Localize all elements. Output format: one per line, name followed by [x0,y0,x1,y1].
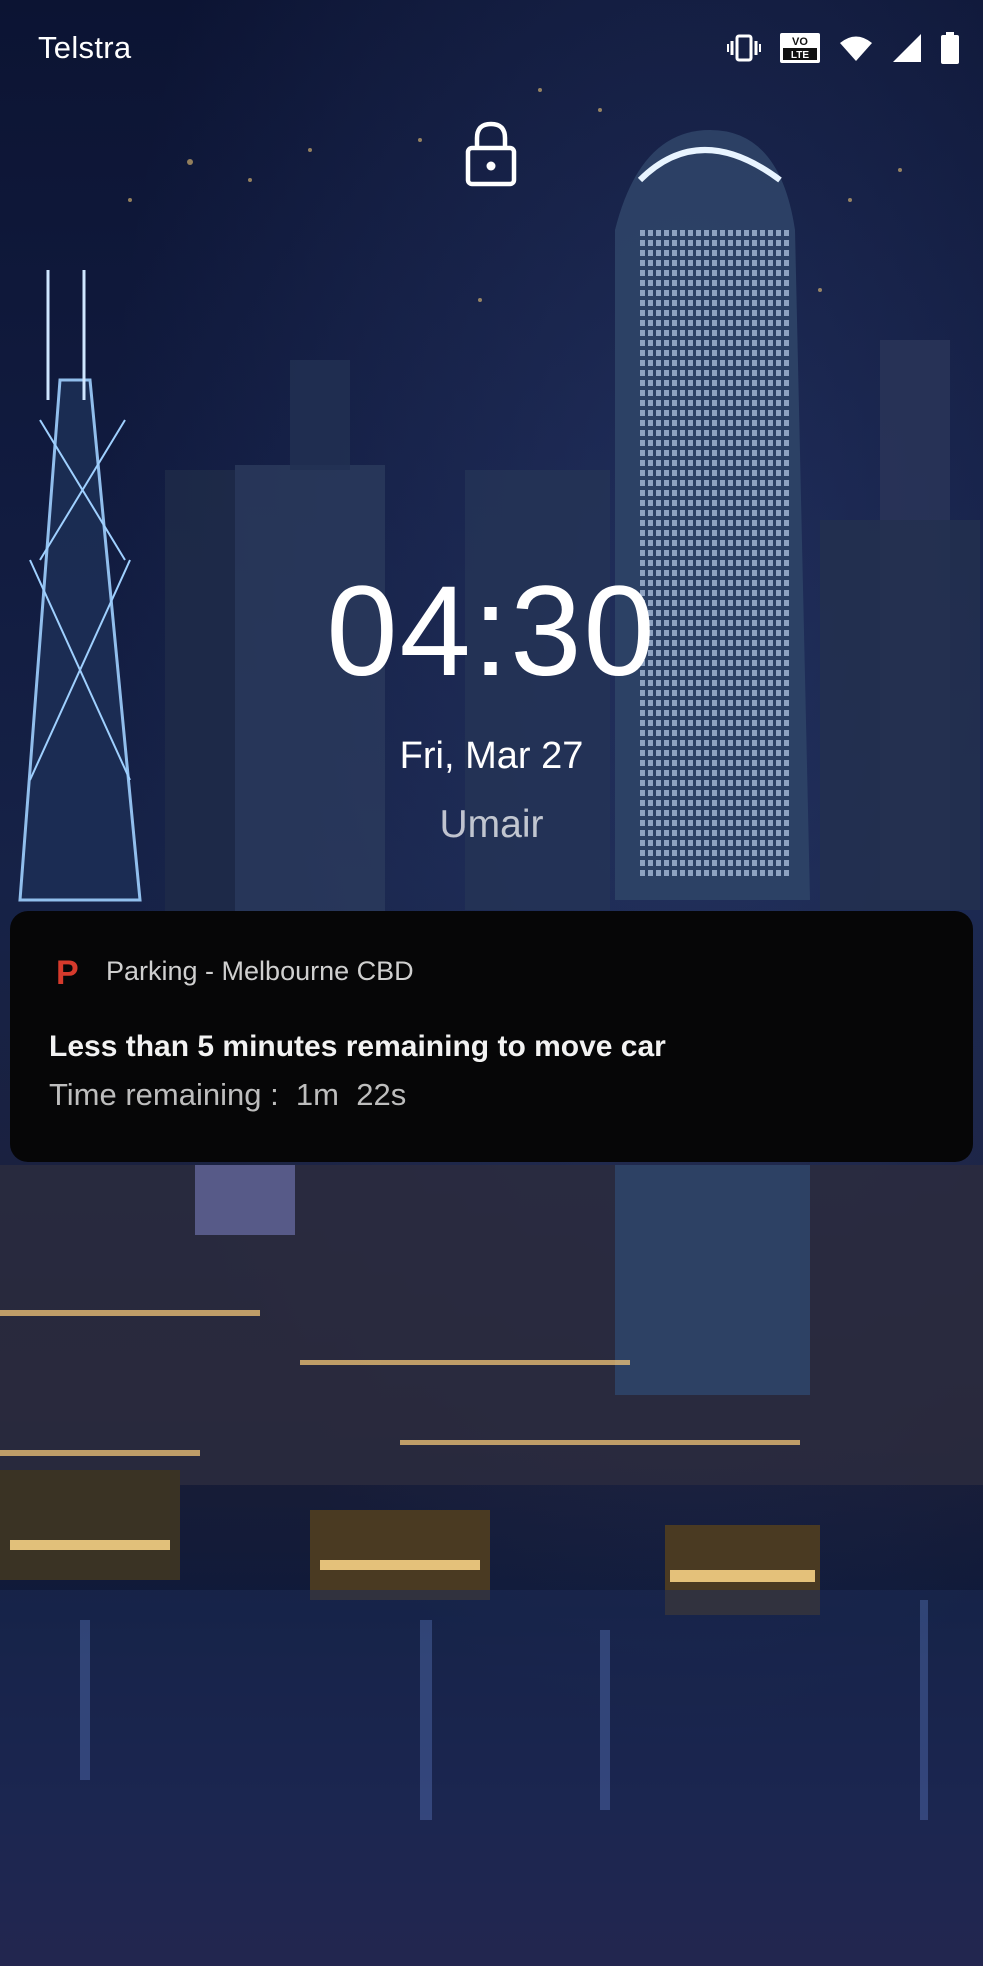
battery-icon [941,32,959,64]
lock-icon[interactable] [465,120,517,193]
vibrate-icon [727,34,761,62]
wifi-icon [839,34,873,62]
lockscreen-clock: 04:30 [326,560,657,703]
cellular-signal-icon [891,33,923,63]
carrier-name: Telstra [38,30,132,65]
volte-top-text: VO [792,36,808,48]
notification-body: Time remaining : 1m 22s [49,1077,407,1112]
owner-info: Umair [439,803,544,846]
notification-title: Less than 5 minutes remaining to move ca… [49,1030,666,1063]
volte-icon: VO LTE [779,32,821,64]
status-bar: Telstra VO LTE [0,0,983,96]
volte-bottom-text: LTE [791,50,809,61]
lockscreen-date: Fri, Mar 27 [399,735,584,777]
parking-app-icon: P [56,954,79,992]
notification-app-name: Parking - Melbourne CBD [106,956,414,986]
status-icons: VO LTE [727,28,959,68]
